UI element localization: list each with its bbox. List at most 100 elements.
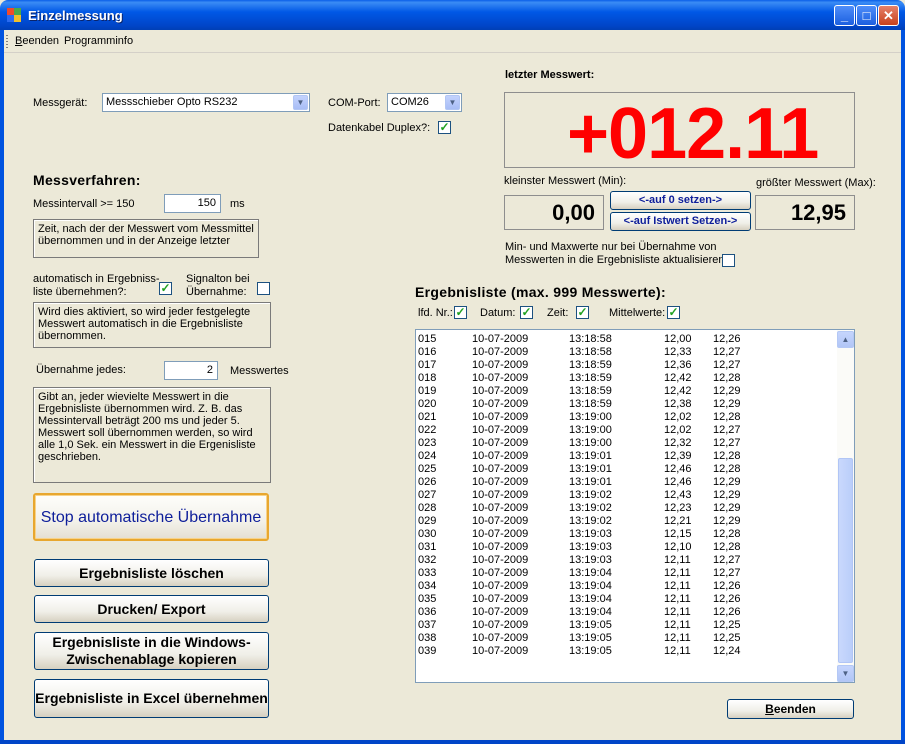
cell-lfd: 034 [418, 580, 437, 592]
cell-mittel: 12,29 [713, 489, 741, 501]
cell-datum: 10-07-2009 [472, 359, 529, 371]
uebernahme-label: Übernahme jedes: [36, 364, 126, 376]
auto-checkbox[interactable]: ✓ [159, 282, 172, 295]
cell-mittel: 12,27 [713, 359, 741, 371]
cell-mittel: 12,29 [713, 476, 741, 488]
cell-mittel: 12,29 [713, 385, 741, 397]
duplex-checkbox[interactable]: ✓ [438, 121, 451, 134]
cell-datum: 10-07-2009 [472, 424, 529, 436]
maximize-button[interactable]: □ [856, 5, 877, 26]
signal-checkbox[interactable] [257, 282, 270, 295]
cell-lfd: 038 [418, 632, 437, 644]
cell-mittel: 12,28 [713, 463, 741, 475]
scroll-up-icon[interactable]: ▲ [837, 331, 854, 348]
beenden-button[interactable]: Beenden [727, 699, 854, 719]
min-value: 0,00 [504, 195, 604, 230]
messgeraet-select[interactable]: Messschieber Opto RS232 ▼ [102, 93, 310, 112]
cell-mittel: 12,24 [713, 645, 741, 657]
print-export-button[interactable]: Drucken/ Export [34, 595, 269, 623]
minmax-checkbox[interactable] [722, 254, 735, 267]
cell-mittel: 12,28 [713, 372, 741, 384]
last-value: +012.11 [567, 94, 819, 174]
uebernahme-input[interactable]: 2 [164, 361, 218, 380]
cell-mittel: 12,28 [713, 411, 741, 423]
intervall-input[interactable]: 150 [164, 194, 221, 213]
cell-mittel: 12,26 [713, 333, 741, 345]
excel-button[interactable]: Ergebnisliste in Excel übernehmen [34, 679, 269, 718]
cell-datum: 10-07-2009 [472, 619, 529, 631]
cell-value: 12,15 [664, 528, 692, 540]
max-label: größter Messwert (Max): [756, 177, 876, 189]
chevron-down-icon[interactable]: ▼ [293, 95, 308, 110]
cell-zeit: 13:19:04 [569, 593, 612, 605]
cell-value: 12,11 [664, 645, 691, 657]
window-title: Einzelmessung [28, 8, 123, 23]
cell-mittel: 12,26 [713, 606, 741, 618]
cell-mittel: 12,27 [713, 346, 741, 358]
clear-list-button[interactable]: Ergebnisliste löschen [34, 559, 269, 587]
cell-datum: 10-07-2009 [472, 411, 529, 423]
col-mittel-checkbox[interactable]: ✓ [667, 306, 680, 319]
maximize-icon: □ [862, 8, 871, 23]
col-datum-label: Datum: [480, 307, 516, 319]
cell-zeit: 13:19:04 [569, 606, 612, 618]
minimize-button[interactable]: _ [834, 5, 855, 26]
cell-datum: 10-07-2009 [472, 554, 529, 566]
cell-lfd: 035 [418, 593, 437, 605]
cell-value: 12,11 [664, 593, 691, 605]
cell-value: 12,11 [664, 580, 691, 592]
cell-datum: 10-07-2009 [472, 580, 529, 592]
close-button[interactable]: ✕ [878, 5, 899, 26]
cell-lfd: 032 [418, 554, 437, 566]
cell-datum: 10-07-2009 [472, 398, 529, 410]
col-lfd-label: lfd. Nr.: [418, 307, 453, 319]
col-mittel-label: Mittelwerte: [609, 307, 666, 319]
cell-mittel: 12,29 [713, 502, 741, 514]
cell-datum: 10-07-2009 [472, 476, 529, 488]
cell-lfd: 028 [418, 502, 437, 514]
chevron-down-icon[interactable]: ▼ [445, 95, 460, 110]
cell-mittel: 12,27 [713, 437, 741, 449]
col-zeit-checkbox[interactable]: ✓ [576, 306, 589, 319]
cell-zeit: 13:19:03 [569, 528, 612, 540]
cell-zeit: 13:19:03 [569, 554, 612, 566]
menu-grip[interactable] [6, 35, 8, 49]
clipboard-button[interactable]: Ergebnisliste in die Windows-Zwischenabl… [34, 632, 269, 670]
cell-lfd: 024 [418, 450, 437, 462]
window-frame-right [901, 30, 905, 744]
scroll-down-icon[interactable]: ▼ [837, 665, 854, 682]
duplex-label: Datenkabel Duplex?: [328, 122, 431, 134]
menu-programminfo[interactable]: Programminfo [64, 35, 133, 47]
cell-lfd: 033 [418, 567, 437, 579]
cell-lfd: 030 [418, 528, 437, 540]
scroll-thumb[interactable] [838, 458, 853, 663]
cell-zeit: 13:19:05 [569, 645, 612, 657]
results-list[interactable]: 015 10-07-2009 13:18:58 12,00 12,26 016 10-07-… [415, 329, 855, 683]
cell-lfd: 021 [418, 411, 437, 423]
cell-lfd: 017 [418, 359, 437, 371]
cell-value: 12,23 [664, 502, 692, 514]
cell-value: 12,38 [664, 398, 692, 410]
cell-zeit: 13:19:00 [569, 411, 612, 423]
col-datum-checkbox[interactable]: ✓ [520, 306, 533, 319]
set-zero-button[interactable]: <-auf 0 setzen-> [610, 191, 751, 210]
cell-mittel: 12,28 [713, 528, 741, 540]
cell-zeit: 13:18:59 [569, 359, 612, 371]
cell-datum: 10-07-2009 [472, 606, 529, 618]
cell-mittel: 12,27 [713, 424, 741, 436]
cell-value: 12,11 [664, 554, 691, 566]
menu-beenden[interactable]: Beenden [15, 35, 59, 47]
cell-value: 12,39 [664, 450, 692, 462]
cell-lfd: 025 [418, 463, 437, 475]
set-actual-button[interactable]: <-auf Istwert Setzen-> [610, 212, 751, 231]
col-lfd-checkbox[interactable]: ✓ [454, 306, 467, 319]
title-bar[interactable] [0, 0, 905, 30]
comport-select[interactable]: COM26 ▼ [387, 93, 462, 112]
cell-zeit: 13:19:00 [569, 437, 612, 449]
cell-lfd: 031 [418, 541, 437, 553]
cell-zeit: 13:19:03 [569, 541, 612, 553]
cell-datum: 10-07-2009 [472, 372, 529, 384]
cell-lfd: 036 [418, 606, 437, 618]
cell-datum: 10-07-2009 [472, 541, 529, 553]
stop-auto-button[interactable]: Stop automatische Übernahme [33, 493, 269, 541]
